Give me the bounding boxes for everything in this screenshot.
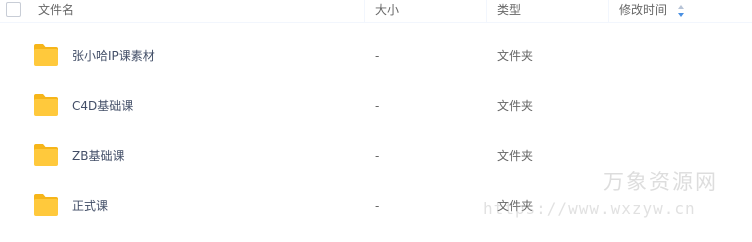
watermark-url: https://www.wxzyw.cn: [483, 199, 696, 218]
watermark-title: 万象资源网: [603, 170, 718, 194]
column-divider[interactable]: [486, 0, 487, 22]
select-all-checkbox[interactable]: [6, 2, 21, 17]
column-header-name[interactable]: 文件名: [38, 0, 74, 22]
file-list-header: 文件名 大小 类型 修改时间: [0, 0, 752, 23]
file-type: 文件夹: [497, 49, 534, 63]
file-name[interactable]: 张小哈IP课素材: [72, 31, 155, 81]
file-name[interactable]: 正式课: [72, 181, 108, 231]
column-divider[interactable]: [608, 0, 609, 22]
file-size: -: [375, 99, 380, 113]
file-row[interactable]: 张小哈IP课素材 - 文件夹: [0, 31, 752, 81]
file-row[interactable]: C4D基础课 - 文件夹: [0, 81, 752, 131]
file-name[interactable]: ZB基础课: [72, 131, 124, 181]
file-type: 文件夹: [497, 149, 534, 163]
folder-icon: [34, 194, 58, 216]
file-size: -: [375, 49, 380, 63]
folder-icon: [34, 94, 58, 116]
sort-updown-icon[interactable]: [677, 4, 685, 18]
column-header-modified[interactable]: 修改时间: [619, 0, 667, 22]
folder-icon: [34, 144, 58, 166]
column-header-size[interactable]: 大小: [375, 0, 399, 22]
file-type: 文件夹: [497, 99, 534, 113]
column-header-type[interactable]: 类型: [497, 0, 521, 22]
file-size: -: [375, 149, 380, 163]
file-size: -: [375, 199, 380, 213]
file-name[interactable]: C4D基础课: [72, 81, 133, 131]
folder-icon: [34, 44, 58, 66]
column-divider[interactable]: [364, 0, 365, 22]
